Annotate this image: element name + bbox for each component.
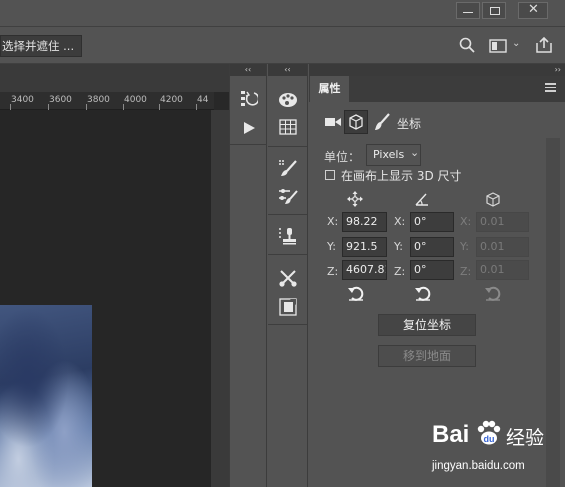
scale-z-label: Z: [460,265,472,278]
show-3d-size-checkbox[interactable] [325,170,335,180]
options-bar: 选择并遮住 ... ⌄ [0,26,565,64]
jingyan-text: 经验 [506,427,545,449]
reset-scale-icon[interactable] [484,285,502,305]
chevron-down-icon: ⌄ [410,146,420,159]
show-3d-size-label: 在画布上显示 3D 尺寸 [341,169,462,183]
scale-3d-icon [484,190,502,208]
3d-coordinates-icon [349,114,363,130]
play-action-icon[interactable] [236,116,262,140]
position-y-label: Y: [327,240,336,253]
watermark-url: jingyan.baidu.com [432,460,525,472]
horizontal-ruler[interactable]: 3400 3600 3800 4000 4200 44 [0,92,214,110]
position-x-label: X: [327,215,339,228]
scale-x-field[interactable]: 0.01 [476,212,529,232]
rotation-y-field[interactable]: 0° [410,237,454,257]
panel-menu-icon[interactable] [545,83,556,92]
reset-position-icon[interactable] [347,285,365,305]
history-icon[interactable] [236,86,262,110]
rotation-y-label: Y: [394,240,403,253]
scale-z-field[interactable]: 0.01 [476,260,529,280]
rotation-z-field[interactable]: 0° [410,260,454,280]
rotation-z-label: Z: [394,265,406,278]
divider [230,144,267,145]
svg-text:du: du [484,434,495,444]
panel-dock-column-2: ‹‹ [268,64,308,487]
collapse-panels-button[interactable]: ›› [309,64,565,76]
select-and-mask-button[interactable]: 选择并遮住 ... [0,35,82,57]
rotation-x-field[interactable]: 0° [410,212,454,232]
reset-rotation-icon[interactable] [414,285,432,305]
move-icon [346,190,364,208]
rotate-angle-icon [414,191,430,207]
position-z-label: Z: [327,265,339,278]
maximize-icon [490,7,500,15]
collapse-panels-button[interactable]: ‹‹ [230,64,266,76]
baidu-watermark: Bai du du 经验 jingyan.baidu.com [432,419,562,472]
section-title: 坐标 [397,117,422,131]
ruler-tick-label: 3600 [49,95,72,105]
baidu-logo-text: Bai [432,421,470,448]
reset-coordinates-button[interactable]: 复位坐标 [378,314,476,336]
clone-source-icon[interactable] [275,224,301,248]
ruler-tick-label: 44 [197,95,209,105]
brush-icon[interactable] [374,113,390,131]
unit-dropdown[interactable]: Pixels ⌄ [366,144,421,166]
brush-presets-icon[interactable] [275,184,301,208]
scale-y-field[interactable]: 0.01 [476,237,529,257]
vertical-scrollbar[interactable] [211,110,229,487]
ruler-tick-label: 4000 [124,95,147,105]
tool-presets-icon[interactable] [275,266,301,290]
close-icon: ✕ [528,2,539,17]
coordinates-tab-button[interactable] [344,110,368,134]
document-tab-strip [0,64,229,92]
rotation-x-label: X: [394,215,406,228]
unit-label: 单位： [324,150,361,164]
share-icon[interactable] [535,36,553,54]
divider [268,324,307,325]
tab-properties[interactable]: 属性 [310,76,349,102]
chevron-down-icon[interactable]: ⌄ [512,38,520,49]
position-x-field[interactable]: 98.22 [342,212,387,232]
paragraph-panel-icon[interactable] [275,295,301,319]
scale-x-label: X: [460,215,472,228]
search-icon[interactable] [459,37,475,53]
title-bar: ✕ [0,0,565,26]
divider [268,146,307,147]
camera-icon[interactable] [324,114,342,130]
unit-dropdown-value: Pixels [373,148,405,161]
close-button[interactable]: ✕ [518,2,548,19]
scale-y-label: Y: [460,240,469,253]
panel-dock-column-1: ‹‹ [229,64,267,487]
workspace-icon[interactable] [489,39,507,53]
ruler-tick-label: 3800 [87,95,110,105]
canvas-image[interactable] [0,305,92,487]
ruler-tick-label: 3400 [11,95,34,105]
color-palette-icon[interactable] [275,88,301,112]
swatches-grid-icon[interactable] [275,115,301,139]
collapse-panels-button[interactable]: ‹‹ [268,64,307,76]
paw-icon: du [475,419,503,447]
divider [268,214,307,215]
minimize-icon [463,12,473,13]
position-y-field[interactable]: 921.5 [342,237,387,257]
minimize-button[interactable] [456,2,480,19]
brush-settings-icon[interactable] [275,156,301,180]
move-to-ground-button[interactable]: 移到地面 [378,345,476,367]
position-z-field[interactable]: 4607.81 [342,260,387,280]
ruler-tick-label: 4200 [160,95,183,105]
divider [268,254,307,255]
maximize-button[interactable] [482,2,506,19]
